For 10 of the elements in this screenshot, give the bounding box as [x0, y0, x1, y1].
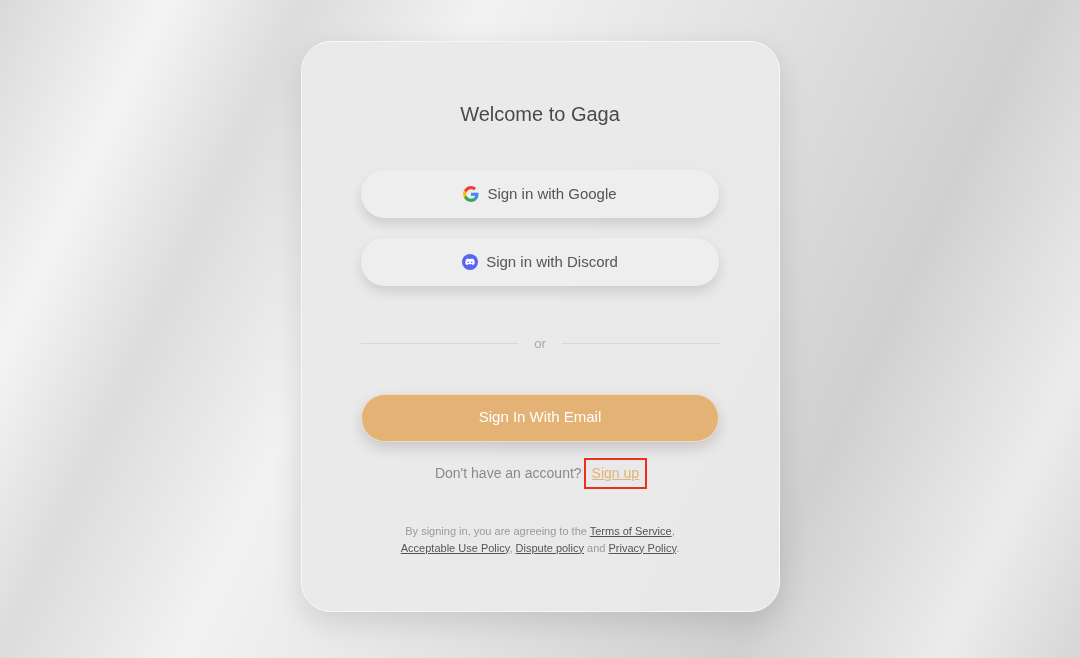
controller-icon [462, 254, 479, 270]
google-logo-icon [463, 186, 480, 202]
google-sign-in-button[interactable]: Sign in with Google [361, 170, 719, 218]
signup-prompt: Don't have an account? [434, 463, 582, 483]
legal-notice: By signing in, you are agreeing to the Terms of Service, Acceptable Use Policy, Dispute policy and Privacy Policy. [399, 523, 681, 556]
discord-sign-in-button[interactable]: Sign in with Discord [361, 238, 719, 286]
policy-link[interactable]: Terms of Service [589, 524, 672, 537]
divider-label: or [534, 335, 546, 353]
page-title: Welcome to Gaga [460, 102, 620, 126]
policy-link[interactable]: Dispute policy [515, 541, 584, 554]
